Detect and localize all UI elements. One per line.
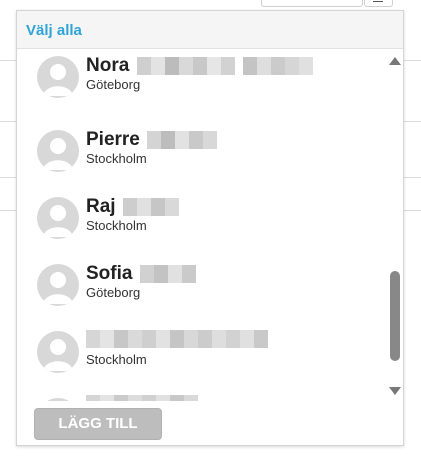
person-city: Göteborg bbox=[86, 285, 141, 300]
popup-footer: LÄGG TILL bbox=[17, 401, 403, 447]
first-name: Sofia bbox=[86, 263, 133, 284]
avatar-icon bbox=[37, 197, 79, 239]
person-city: Stockholm bbox=[86, 218, 147, 233]
select-people-popup: Välj alla Nora Göteborg Pierre Stockholm… bbox=[16, 10, 404, 446]
blurred-surname bbox=[123, 198, 180, 216]
list-item[interactable]: Nora Göteborg bbox=[17, 49, 387, 116]
person-city: Stockholm bbox=[86, 151, 147, 166]
avatar-icon bbox=[37, 56, 79, 98]
list-item[interactable]: Pierre Stockholm bbox=[17, 116, 387, 183]
blurred-surname bbox=[139, 265, 196, 283]
blurred-surname bbox=[147, 131, 218, 149]
background-menu-button[interactable] bbox=[364, 0, 393, 7]
person-city: Stockholm bbox=[86, 352, 147, 367]
triangle-up-icon[interactable] bbox=[389, 57, 401, 65]
list-item[interactable]: Stockholm bbox=[17, 317, 387, 384]
avatar-icon bbox=[37, 331, 79, 373]
blurred-full-name bbox=[86, 330, 268, 348]
list-scrollbar[interactable] bbox=[385, 49, 403, 401]
person-city: Göteborg bbox=[86, 77, 141, 92]
person-name: Pierre bbox=[86, 129, 218, 151]
person-name: Raj bbox=[86, 196, 180, 218]
add-button[interactable]: LÄGG TILL bbox=[34, 408, 162, 440]
avatar-icon bbox=[37, 264, 79, 306]
people-list: Nora Göteborg Pierre Stockholm Raj Stock… bbox=[17, 49, 387, 401]
person-name bbox=[86, 330, 268, 352]
list-item[interactable]: Sofia Göteborg bbox=[17, 250, 387, 317]
first-name: Raj bbox=[86, 196, 116, 217]
select-all-link[interactable]: Välj alla bbox=[26, 22, 82, 39]
background-input[interactable] bbox=[261, 0, 363, 7]
list-item[interactable]: Raj Stockholm bbox=[17, 183, 387, 250]
popup-header: Välj alla bbox=[17, 11, 403, 49]
blurred-surname bbox=[136, 57, 313, 75]
scrollbar-thumb[interactable] bbox=[390, 271, 400, 361]
list-item[interactable] bbox=[17, 384, 387, 401]
avatar-icon bbox=[37, 130, 79, 172]
person-name: Sofia bbox=[86, 263, 196, 285]
person-name: Nora bbox=[86, 55, 313, 77]
first-name: Pierre bbox=[86, 129, 140, 150]
triangle-down-icon[interactable] bbox=[389, 387, 401, 395]
first-name: Nora bbox=[86, 55, 130, 76]
